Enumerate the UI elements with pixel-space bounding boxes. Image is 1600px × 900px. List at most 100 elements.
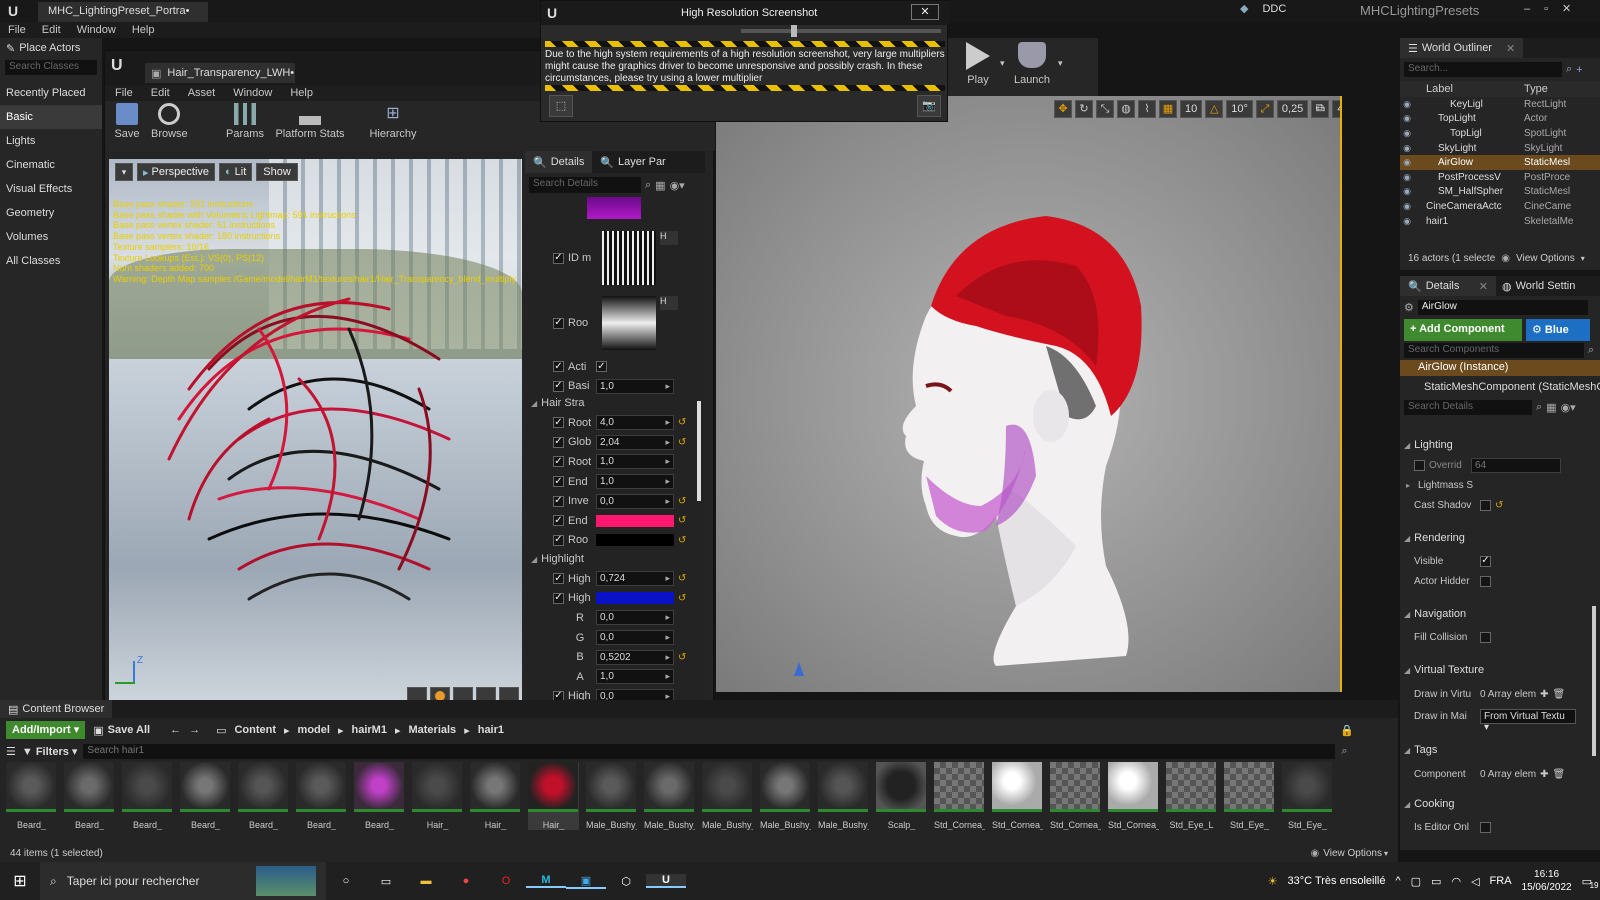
file-explorer-icon[interactable]: ▬ [406,875,446,887]
texture-select[interactable]: H [660,296,678,310]
path-hairm1[interactable]: hairM1 [351,724,386,736]
lit-button[interactable]: ◐ Lit [219,163,253,181]
me-menu-asset[interactable]: Asset [188,87,216,99]
rotate-icon[interactable]: ↻ [1075,100,1093,118]
me-menu-edit[interactable]: Edit [151,87,170,99]
param-value-field[interactable]: 0,0 ▸ [596,493,674,509]
param-checkbox[interactable] [553,534,564,546]
param-value-checkbox[interactable] [596,361,607,373]
search-details-input[interactable]: Search Details [1404,400,1532,415]
override-checkbox[interactable] [1414,459,1425,471]
project-tab[interactable]: MHC_LightingPreset_Portra• [38,2,208,22]
collapse-icon[interactable]: ◢ [531,555,537,564]
visibility-eye-icon[interactable]: ◉ [1400,201,1414,212]
windows-start-icon[interactable]: ⊞ [0,871,40,891]
menu-file[interactable]: File [8,24,26,36]
param-checkbox[interactable] [553,495,564,507]
clock[interactable]: 16:16 15/06/2022 [1522,868,1572,894]
reset-icon[interactable]: ↺ [678,652,686,663]
eye-icon[interactable]: ◉▾ [1561,401,1576,414]
cast-shadow-checkbox[interactable] [1480,499,1491,511]
launch-options-icon[interactable]: ▾ [1058,58,1063,69]
visibility-eye-icon[interactable]: ◉ [1400,157,1414,168]
viewport-options-dropdown[interactable]: ▾ [115,163,133,181]
param-checkbox[interactable] [553,252,564,264]
param-value-field[interactable]: 1,0 ▸ [596,454,674,470]
me-menu-help[interactable]: Help [290,87,313,99]
param-checkbox[interactable] [553,436,564,448]
param-checkbox[interactable] [553,515,564,527]
texture-thumbnail[interactable] [602,296,656,350]
unreal-logo-icon[interactable]: U [4,2,22,20]
draw-in-main-select[interactable]: From Virtual Textu ▾ [1480,708,1576,733]
param-value-field[interactable]: 1,0 ▸ [596,474,674,490]
reset-icon[interactable]: ↺ [678,535,686,546]
asset-tile[interactable]: Std_Eye_L [1166,762,1217,830]
path-materials[interactable]: Materials [408,724,456,736]
asset-tile[interactable]: Male_Bushy_ [644,762,695,830]
asset-tile[interactable]: Std_Eye_ [1224,762,1275,830]
param-value-field[interactable]: 4,0 ▸ [596,415,674,431]
param-checkbox[interactable] [553,317,564,329]
param-value-field[interactable]: 2,04 ▸ [596,434,674,450]
scale-snap-icon[interactable]: ⤢ [1255,100,1274,118]
asset-tile[interactable]: Std_Cornea_L [934,762,985,830]
section-navigation[interactable]: Navigation [1414,608,1466,620]
instance-row[interactable]: AirGlow (Instance) [1400,360,1600,376]
fill-collision-checkbox[interactable] [1480,631,1491,643]
asset-tile[interactable]: Std_Eye_ [1282,762,1333,830]
section-cooking[interactable]: Cooking [1414,798,1454,810]
section-tags[interactable]: Tags [1414,744,1437,756]
blueprint-button[interactable]: ⚙ Blue [1526,319,1590,341]
play-button[interactable]: Play [960,42,996,86]
outliner-row[interactable]: ◉ SkyLight SkyLight [1400,141,1600,156]
tab-content-browser[interactable]: ▤ Content Browser [0,700,113,718]
category-lights[interactable]: Lights [0,129,102,153]
trash-icon[interactable]: 🗑 [1553,689,1566,700]
asset-tile[interactable]: Male_Bushy_ [818,762,869,830]
view-grid-icon[interactable]: ▦ [655,179,665,192]
add-component-button[interactable]: + Add Component [1404,319,1522,341]
close-tab-icon[interactable]: ✕ [1506,42,1515,55]
tray-arrow-icon[interactable]: ^ [1395,875,1400,887]
section-rendering[interactable]: Rendering [1414,532,1465,544]
capture-region-button[interactable]: ⬚ [549,95,573,117]
collapse-icon[interactable]: ◢ [531,399,537,408]
param-checkbox[interactable] [553,417,564,429]
tab-details[interactable]: 🔍 Details [525,151,593,173]
column-type[interactable]: Type [1524,83,1548,95]
param-value-field[interactable]: 1,0 ▸ [596,669,674,685]
actor-hidden-checkbox[interactable] [1480,575,1491,587]
grid-snap-icon[interactable]: ▦ [1159,100,1177,118]
param-checkbox[interactable] [553,476,564,488]
param-checkbox[interactable] [553,361,564,373]
asset-tile[interactable]: Std_Cornea_L [992,762,1043,830]
asset-tile[interactable]: Std_Cornea_R [1050,762,1101,830]
battery-icon[interactable]: ▭ [1431,875,1441,888]
outliner-search-input[interactable]: Search... [1404,62,1562,77]
tray-app-icon[interactable]: ▢ [1411,875,1421,888]
rotation-snap-value[interactable]: 10° [1226,100,1253,118]
color-swatch-root[interactable] [596,534,674,547]
platform-stats-button[interactable]: Platform Stats [275,103,345,140]
reset-icon[interactable]: ↺ [678,515,686,526]
color-swatch-end[interactable] [596,514,674,527]
rotation-snap-icon[interactable]: △ [1205,100,1224,118]
reset-icon[interactable]: ↺ [678,573,686,584]
asset-tile[interactable]: Beard_ [180,762,231,830]
scale-snap-value[interactable]: 0,25 [1276,100,1309,118]
trash-icon[interactable]: 🗑 [1553,769,1566,780]
cortana-icon[interactable]: ○ [326,875,366,887]
view-options-button[interactable]: View Options [1323,848,1382,859]
category-recently-placed[interactable]: Recently Placed [0,81,102,105]
path-hair1[interactable]: hair1 [478,724,504,736]
asset-tile[interactable]: Std_Cornea_R [1108,762,1159,830]
perspective-button[interactable]: ▸ Perspective [137,163,216,181]
add-import-button[interactable]: Add/Import ▾ [6,721,86,739]
visibility-eye-icon[interactable]: ◉ [1400,128,1414,139]
reset-icon[interactable]: ↺ [678,417,686,428]
capture-button[interactable]: 📷 [917,95,941,117]
outliner-row[interactable]: ◉ PostProcessV PostProce [1400,170,1600,185]
param-checkbox[interactable] [553,592,564,604]
outliner-row[interactable]: ◉ KeyLigl RectLight [1400,97,1600,112]
